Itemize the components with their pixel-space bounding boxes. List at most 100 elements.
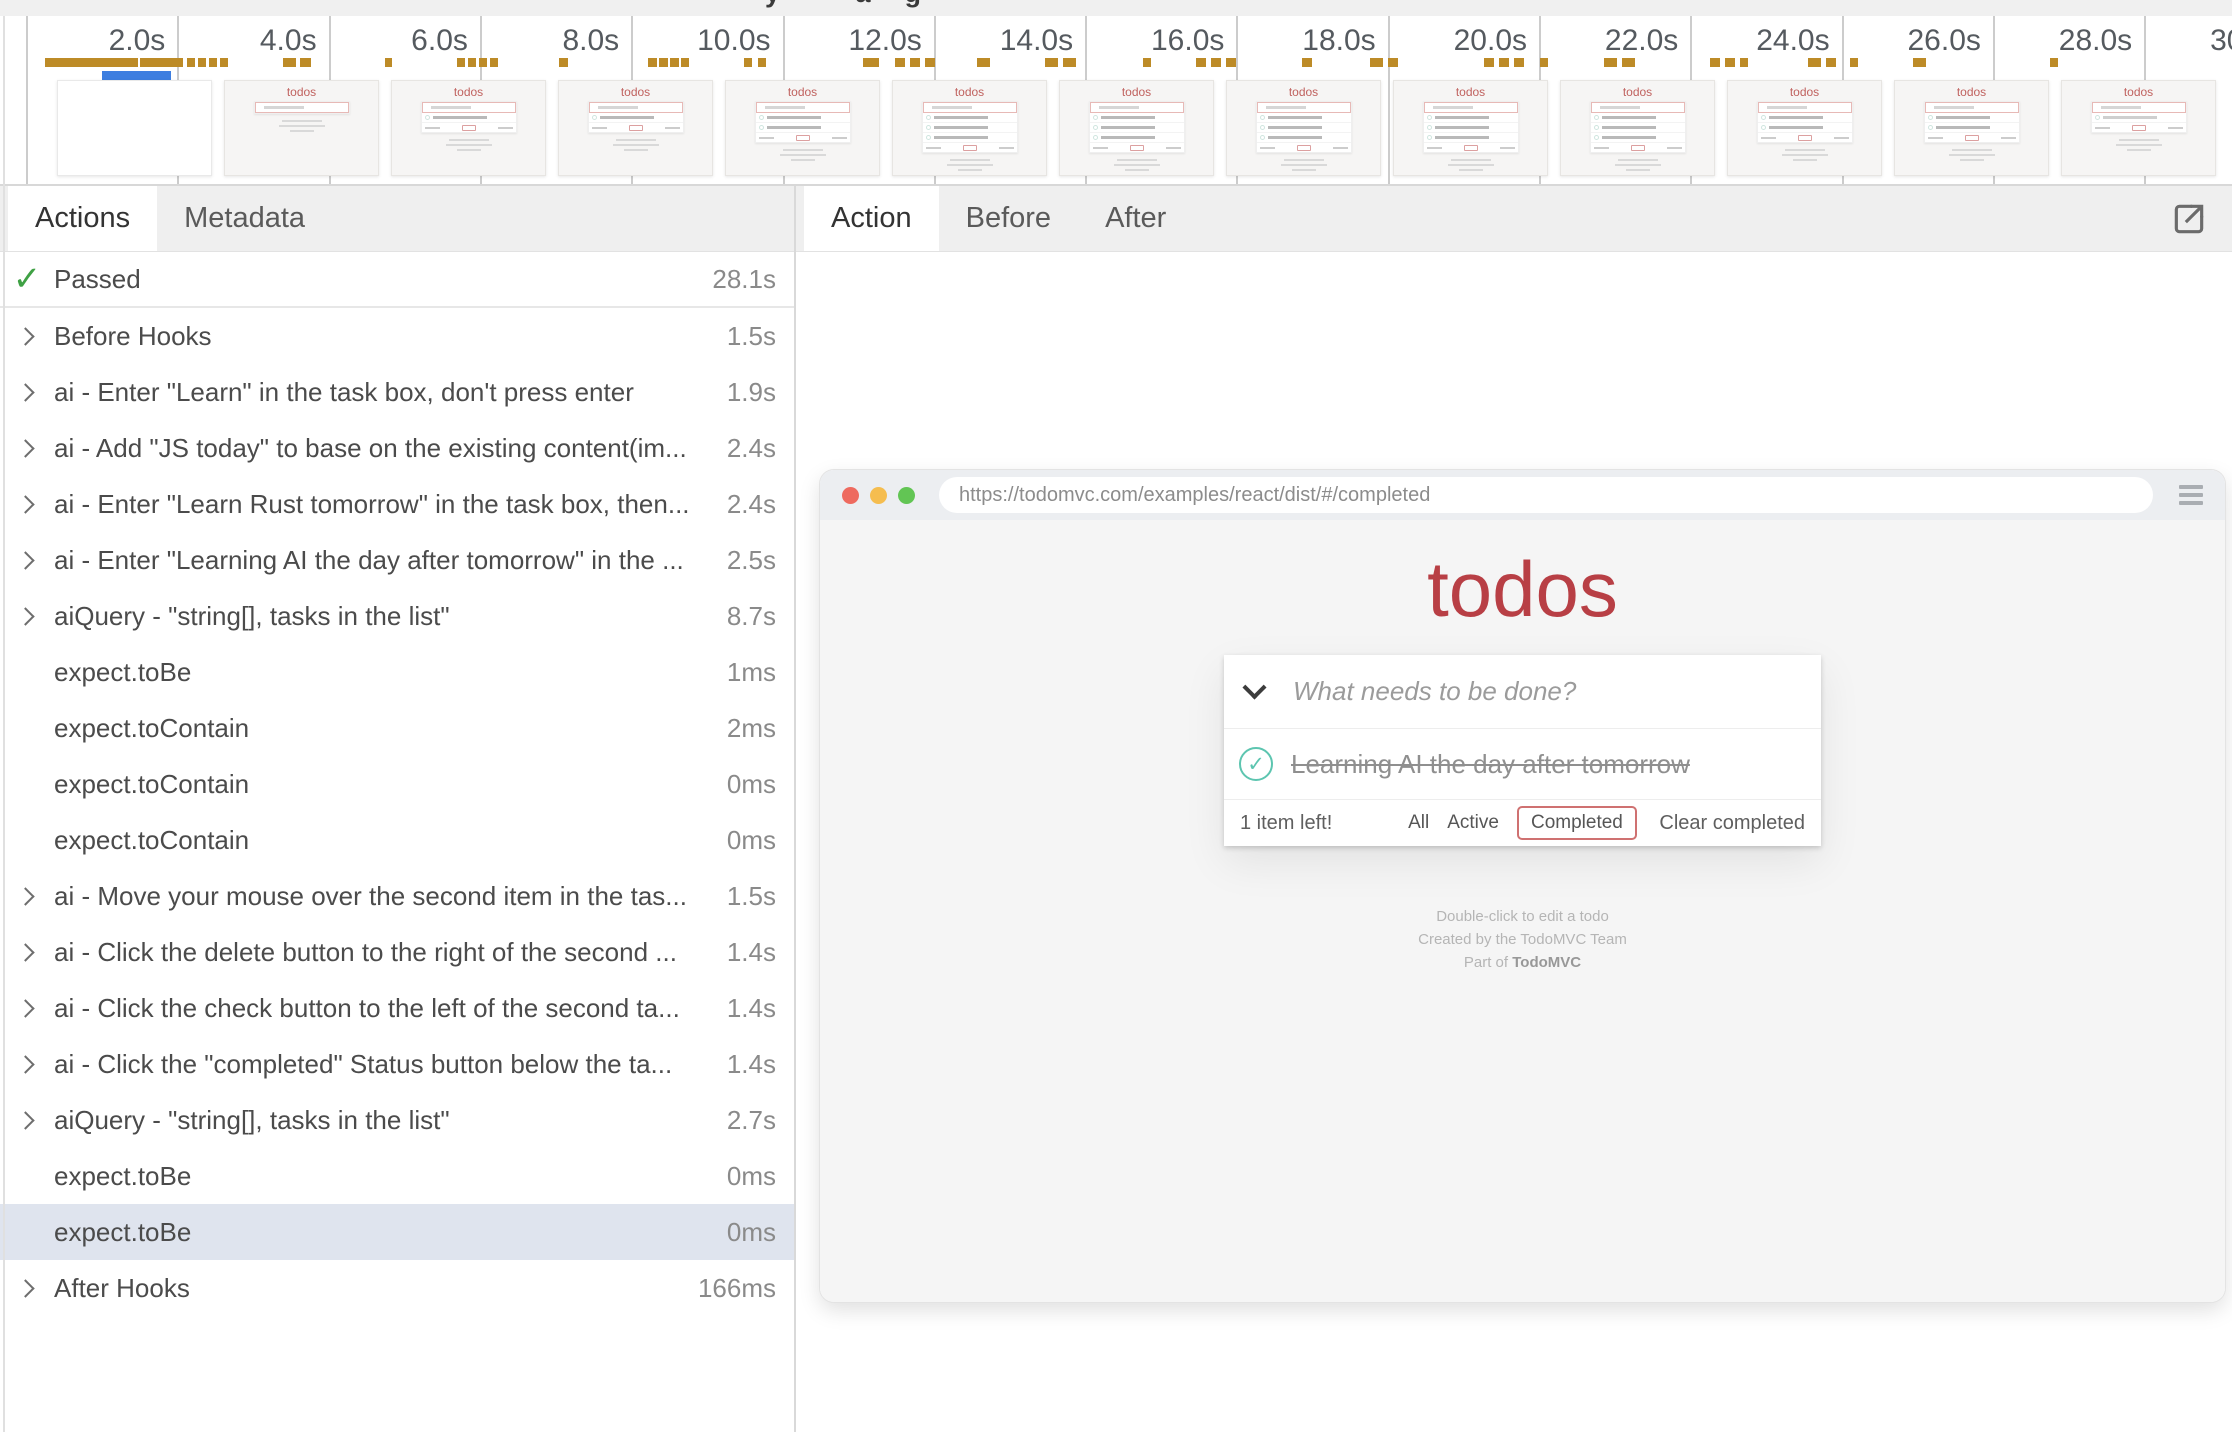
todo-item-label[interactable]: Learning AI the day after tomorrow xyxy=(1291,749,1690,780)
action-label: expect.toBe xyxy=(54,1217,715,1248)
timeline-tick-label: 26.0s xyxy=(1908,24,1981,58)
action-row[interactable]: expect.toContain 0ms xyxy=(0,756,794,812)
action-row[interactable]: expect.toBe1ms xyxy=(0,644,794,700)
todo-checked-icon[interactable]: ✓ xyxy=(1239,747,1273,781)
action-label: expect.toContain xyxy=(54,769,715,800)
action-row[interactable]: ai - Enter "Learn" in the task box, don'… xyxy=(0,364,794,420)
action-row[interactable]: ai - Move your mouse over the second ite… xyxy=(0,868,794,924)
filmstrip-thumbnail[interactable]: todos xyxy=(1226,80,1381,176)
filmstrip-thumbnail[interactable]: todos xyxy=(892,80,1047,176)
filter-active[interactable]: Active xyxy=(1447,812,1499,834)
tab-action[interactable]: Action xyxy=(804,186,939,251)
action-row[interactable]: ai - Click the check button to the left … xyxy=(0,980,794,1036)
action-time-mark xyxy=(187,58,195,67)
info-line: Double-click to edit a todo xyxy=(820,905,2225,928)
tab-before[interactable]: Before xyxy=(939,186,1078,251)
action-row[interactable]: ai - Add "JS today" to base on the exist… xyxy=(0,420,794,476)
expand-chevron-icon xyxy=(0,330,54,343)
new-todo-row: What needs to be done? xyxy=(1224,655,1821,729)
panel-splitter[interactable] xyxy=(794,186,796,1432)
action-time-mark xyxy=(895,58,905,67)
action-time-mark xyxy=(198,58,206,67)
action-time-mark xyxy=(1226,58,1236,67)
mini-todos-title: todos xyxy=(1060,86,1213,99)
tab-after[interactable]: After xyxy=(1078,186,1193,251)
timeline-tick-label: 6.0s xyxy=(411,24,468,58)
filmstrip-thumbnail[interactable]: todos xyxy=(391,80,546,176)
action-row[interactable]: ai - Enter "Learn Rust tomorrow" in the … xyxy=(0,476,794,532)
filter-all[interactable]: All xyxy=(1408,812,1429,834)
timeline-tick-label: 8.0s xyxy=(562,24,619,58)
action-time-mark xyxy=(45,58,138,67)
action-time-mark xyxy=(1499,58,1509,67)
action-time-mark xyxy=(140,58,183,67)
test-status-row[interactable]: ✓Passed28.1s xyxy=(0,252,794,308)
filmstrip-thumbnail[interactable]: todos xyxy=(1560,80,1715,176)
todomvc-link[interactable]: TodoMVC xyxy=(1512,954,1581,971)
mini-todos-title: todos xyxy=(392,86,545,99)
action-duration: 1.5s xyxy=(727,321,776,352)
filmstrip-thumbnail[interactable]: todos xyxy=(1894,80,2049,176)
open-snapshot-external-icon[interactable] xyxy=(2170,200,2208,238)
passed-check-icon: ✓ xyxy=(0,262,54,296)
action-time-mark xyxy=(2050,58,2058,67)
tab-actions[interactable]: Actions xyxy=(8,186,157,251)
action-time-mark xyxy=(659,58,668,67)
action-time-mark xyxy=(1045,58,1058,67)
action-row[interactable]: expect.toBe0ms xyxy=(0,1204,794,1260)
action-row[interactable]: expect.toBe0ms xyxy=(0,1148,794,1204)
tab-metadata[interactable]: Metadata xyxy=(157,186,332,251)
todo-filters: All Active Completed xyxy=(1224,806,1821,840)
action-time-mark xyxy=(1710,58,1720,67)
filmstrip-thumbnail[interactable]: todos xyxy=(1059,80,1214,176)
timeline[interactable]: 2.0s4.0s6.0s8.0s10.0s12.0s14.0s16.0s18.0… xyxy=(0,16,2232,186)
action-list: ✓Passed28.1sBefore Hooks1.5sai - Enter "… xyxy=(0,252,794,1432)
action-row[interactable]: ai - Click the "completed" Status button… xyxy=(0,1036,794,1092)
action-row[interactable]: After Hooks166ms xyxy=(0,1260,794,1316)
window-left-border xyxy=(3,16,5,1432)
action-time-mark xyxy=(925,58,935,67)
filmstrip: todostodostodostodostodostodostodostodos… xyxy=(57,80,2216,176)
action-duration: 8.7s xyxy=(727,601,776,632)
action-time-mark xyxy=(670,58,679,67)
filmstrip-thumbnail[interactable]: todos xyxy=(1727,80,1882,176)
action-label: ai - Move your mouse over the second ite… xyxy=(54,881,715,912)
toggle-all-chevron-icon[interactable] xyxy=(1242,675,1266,699)
timeline-tick-label: 24.0s xyxy=(1756,24,1829,58)
filter-completed[interactable]: Completed xyxy=(1517,806,1637,840)
action-label: ai - Enter "Learning AI the day after to… xyxy=(54,545,715,576)
mini-todos-title: todos xyxy=(1895,86,2048,99)
timeline-tick-label: 18.0s xyxy=(1302,24,1375,58)
action-time-mark xyxy=(1826,58,1836,67)
action-row[interactable]: aiQuery - "string[], tasks in the list"2… xyxy=(0,1092,794,1148)
action-row[interactable]: Before Hooks1.5s xyxy=(0,308,794,364)
action-duration: 0ms xyxy=(727,769,776,800)
action-row[interactable]: expect.toContain2ms xyxy=(0,700,794,756)
filmstrip-thumbnail[interactable]: todos xyxy=(1393,80,1548,176)
filmstrip-thumbnail[interactable]: todos xyxy=(224,80,379,176)
action-row[interactable]: ai - Enter "Learning AI the day after to… xyxy=(0,532,794,588)
actions-panel: Actions Metadata ✓Passed28.1sBefore Hook… xyxy=(0,186,794,1432)
new-todo-input[interactable]: What needs to be done? xyxy=(1293,676,1576,707)
mini-todos-title: todos xyxy=(1394,86,1547,99)
expand-chevron-icon xyxy=(0,610,54,623)
action-time-mark xyxy=(1484,58,1494,67)
action-row[interactable]: ai - Click the delete button to the righ… xyxy=(0,924,794,980)
action-time-mark xyxy=(681,58,689,67)
todo-item-row: ✓ Learning AI the day after tomorrow xyxy=(1224,729,1821,800)
action-time-mark xyxy=(977,58,990,67)
selected-action-range xyxy=(102,71,171,80)
expand-chevron-icon xyxy=(0,386,54,399)
action-row[interactable]: expect.toContain0ms xyxy=(0,812,794,868)
filmstrip-thumbnail[interactable] xyxy=(57,80,212,176)
expand-chevron-icon xyxy=(0,1282,54,1295)
action-time-mark xyxy=(457,58,465,67)
action-time-mark xyxy=(758,58,766,67)
filmstrip-thumbnail[interactable]: todos xyxy=(558,80,713,176)
filmstrip-thumbnail[interactable]: todos xyxy=(725,80,880,176)
expand-chevron-icon xyxy=(0,498,54,511)
action-time-mark xyxy=(1514,58,1524,67)
action-row[interactable]: aiQuery - "string[], tasks in the list"8… xyxy=(0,588,794,644)
filmstrip-thumbnail[interactable]: todos xyxy=(2061,80,2216,176)
mini-todos-title: todos xyxy=(1728,86,1881,99)
